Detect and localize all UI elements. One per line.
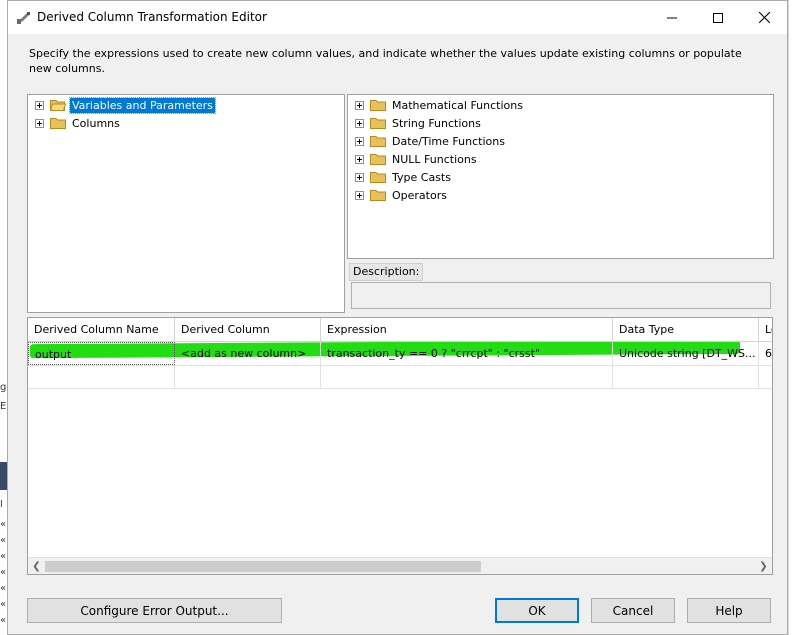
tree-item-type-casts[interactable]: Type Casts bbox=[355, 168, 453, 186]
tree-item-variables-parameters[interactable]: Variables and Parameters bbox=[35, 96, 216, 114]
folder-open-icon bbox=[50, 100, 66, 111]
tree-item-label[interactable]: Operators bbox=[390, 188, 449, 203]
maximize-icon bbox=[713, 12, 723, 23]
expand-icon[interactable] bbox=[355, 118, 364, 128]
tree-item-label[interactable]: String Functions bbox=[390, 116, 483, 131]
scroll-thumb[interactable] bbox=[45, 561, 481, 572]
expand-icon[interactable] bbox=[355, 154, 364, 164]
folder-icon bbox=[370, 100, 386, 111]
maximize-button[interactable] bbox=[695, 1, 741, 34]
cell-derived-column[interactable]: <add as new column> bbox=[175, 342, 321, 365]
minimize-button[interactable] bbox=[649, 1, 695, 34]
table-row[interactable]: output <add as new column> transaction_t… bbox=[28, 342, 772, 366]
tree-item-columns[interactable]: Columns bbox=[35, 114, 122, 132]
close-icon bbox=[758, 12, 770, 23]
window-title: Derived Column Transformation Editor bbox=[37, 10, 267, 24]
cell-empty[interactable] bbox=[175, 365, 321, 388]
background-text-fragment: « bbox=[0, 584, 7, 594]
scroll-right-icon[interactable]: ❯ bbox=[755, 558, 772, 574]
expand-icon[interactable] bbox=[355, 190, 364, 200]
background-text-fragment: E bbox=[0, 402, 7, 412]
cell-expression[interactable]: transaction_ty == 0 ? "crrcpt" : "crsst" bbox=[321, 342, 613, 365]
description-label: Description: bbox=[349, 263, 424, 281]
background-text-fragment: l bbox=[0, 500, 3, 510]
column-header-length[interactable]: Le bbox=[759, 318, 772, 341]
background-text-fragment: « bbox=[0, 520, 7, 530]
expand-icon[interactable] bbox=[355, 100, 364, 110]
minimize-icon bbox=[667, 17, 677, 18]
expand-icon[interactable] bbox=[35, 118, 44, 128]
folder-icon bbox=[370, 190, 386, 201]
tree-item-label[interactable]: NULL Functions bbox=[390, 152, 479, 167]
folder-icon bbox=[370, 118, 386, 129]
derived-column-editor-dialog: Derived Column Transformation Editor Spe… bbox=[7, 0, 788, 635]
folder-icon bbox=[50, 118, 66, 129]
background-text-fragment: « bbox=[0, 536, 7, 546]
cell-empty[interactable] bbox=[321, 365, 613, 388]
background-text-fragment: « bbox=[0, 600, 7, 610]
configure-error-output-button[interactable]: Configure Error Output... bbox=[27, 598, 282, 623]
scroll-left-icon[interactable]: ❮ bbox=[28, 558, 45, 574]
cell-derived-column-name[interactable]: output bbox=[28, 342, 175, 365]
instruction-text: Specify the expressions used to create n… bbox=[29, 47, 742, 75]
column-header-derived-column[interactable]: Derived Column bbox=[175, 318, 321, 341]
description-box bbox=[351, 282, 771, 309]
background-text-fragment: « bbox=[0, 552, 7, 562]
tree-item-label[interactable]: Date/Time Functions bbox=[390, 134, 507, 149]
tree-item-operators[interactable]: Operators bbox=[355, 186, 449, 204]
close-button[interactable] bbox=[741, 1, 787, 34]
cell-length[interactable]: 6 bbox=[759, 342, 772, 365]
expand-icon[interactable] bbox=[355, 136, 364, 146]
ok-button[interactable]: OK bbox=[495, 598, 579, 623]
background-text-fragment: ge bbox=[0, 383, 7, 393]
tree-item-label[interactable]: Columns bbox=[70, 116, 122, 131]
background-panel bbox=[0, 462, 7, 490]
derived-columns-grid[interactable]: Derived Column Name Derived Column Expre… bbox=[27, 317, 773, 575]
folder-icon bbox=[370, 172, 386, 183]
folder-icon bbox=[370, 136, 386, 147]
folder-icon bbox=[370, 154, 386, 165]
tree-item-string-functions[interactable]: String Functions bbox=[355, 114, 483, 132]
table-row-empty[interactable] bbox=[28, 365, 772, 389]
background-window-edge-right bbox=[788, 0, 794, 635]
cancel-button[interactable]: Cancel bbox=[591, 598, 675, 623]
cell-empty[interactable] bbox=[28, 365, 175, 388]
tree-item-datetime-functions[interactable]: Date/Time Functions bbox=[355, 132, 507, 150]
cell-empty[interactable] bbox=[613, 365, 759, 388]
tree-item-mathematical-functions[interactable]: Mathematical Functions bbox=[355, 96, 525, 114]
tree-item-label[interactable]: Mathematical Functions bbox=[390, 98, 525, 113]
tree-item-null-functions[interactable]: NULL Functions bbox=[355, 150, 479, 168]
app-icon bbox=[16, 11, 32, 25]
column-header-expression[interactable]: Expression bbox=[321, 318, 613, 341]
functions-tree[interactable]: Mathematical Functions String Functions … bbox=[347, 94, 774, 259]
horizontal-scrollbar[interactable]: ❮ ❯ bbox=[28, 557, 772, 574]
variables-columns-tree[interactable]: Variables and Parameters Columns bbox=[27, 94, 345, 313]
cell-data-type[interactable]: Unicode string [DT_WS... bbox=[613, 342, 759, 365]
title-bar[interactable]: Derived Column Transformation Editor bbox=[8, 1, 787, 34]
background-text-fragment: « bbox=[0, 616, 7, 626]
expand-icon[interactable] bbox=[355, 172, 364, 182]
grid-header: Derived Column Name Derived Column Expre… bbox=[28, 318, 772, 342]
column-header-data-type[interactable]: Data Type bbox=[613, 318, 759, 341]
help-button[interactable]: Help bbox=[687, 598, 771, 623]
tree-item-label[interactable]: Variables and Parameters bbox=[69, 96, 216, 114]
tree-item-label[interactable]: Type Casts bbox=[390, 170, 453, 185]
column-header-derived-column-name[interactable]: Derived Column Name bbox=[28, 318, 175, 341]
expand-icon[interactable] bbox=[35, 100, 44, 110]
background-text-fragment: « bbox=[0, 568, 7, 578]
